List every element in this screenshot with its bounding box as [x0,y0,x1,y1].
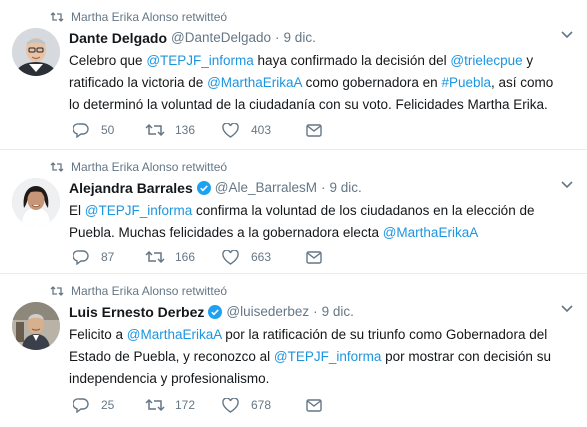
retweet-context-text[interactable]: Martha Erika Alonso retwitteó [71,10,227,24]
verified-badge-icon [208,305,223,319]
reply-button[interactable]: 50 [73,122,145,138]
reply-button[interactable]: 87 [73,249,145,265]
caret-down-icon[interactable] [561,304,573,314]
tweet-text-line: lo determinó la voluntad de la ciudadaní… [69,97,548,112]
tweet-text-line: Celebro que @TEPJF_informa haya confirma… [69,53,534,68]
direct-message-button[interactable] [306,398,326,412]
like-icon [222,249,239,265]
author-handle[interactable]: @Ale_BarralesM [215,179,317,197]
tweet[interactable]: Martha Erika Alonso retwitteó Alejandra … [0,150,587,274]
mention-link[interactable]: @TEPJF_informa [274,349,381,364]
avatar[interactable] [12,302,60,350]
tweet-actions: 50 136 403 [73,121,326,139]
mention-link[interactable]: @MarthaErikaA [127,327,222,342]
mention-link[interactable]: @TEPJF_informa [85,203,192,218]
like-count: 663 [251,250,272,264]
retweet-count: 136 [175,123,196,137]
tweet-text-line: ratificado la victoria de @MarthaErikaA … [69,75,554,90]
like-button[interactable]: 663 [222,249,306,265]
mention-link[interactable]: @trielecpue [450,53,522,68]
tweet-header: Dante Delgado @DanteDelgado · 9 dic. [69,29,574,47]
avatar-luis-image [12,302,60,350]
tweet[interactable]: Martha Erika Alonso retwitteó Dante Delg… [0,0,587,150]
author-handle[interactable]: @luisederbez [226,303,309,321]
retweet-icon [145,123,165,137]
retweet-context-text[interactable]: Martha Erika Alonso retwitteó [71,160,227,174]
like-button[interactable]: 678 [222,397,306,413]
retweet-count: 172 [175,398,196,412]
retweet-icon [145,398,165,412]
tweet-text: El @TEPJF_informa confirma la voluntad d… [69,200,574,244]
reply-count: 25 [101,398,115,412]
caret-down-icon[interactable] [561,180,573,190]
mention-link[interactable]: @MarthaErikaA [207,75,302,90]
tweet-body: Alejandra Barrales @Ale_BarralesM · 9 di… [69,179,574,244]
like-count: 403 [251,123,272,137]
avatar-dante-image [12,28,60,76]
tweet[interactable]: Martha Erika Alonso retwitteó Luis Ernes… [0,274,587,427]
verified-badge-icon [196,181,211,195]
tweet-body: Dante Delgado @DanteDelgado · 9 dic. Cel… [69,29,574,116]
retweet-context: Martha Erika Alonso retwitteó [50,159,227,175]
reply-count: 50 [101,123,115,137]
avatar-alejandra-image [12,178,60,226]
retweet-context: Martha Erika Alonso retwitteó [50,283,227,299]
tweet-text: Celebro que @TEPJF_informa haya confirma… [69,50,574,116]
tweet-actions: 25 172 678 [73,396,326,414]
tweet-timestamp[interactable]: 9 dic. [284,29,316,47]
tweet-text: Felicito a @MarthaErikaA por la ratifica… [69,324,574,390]
like-button[interactable]: 403 [222,122,306,138]
retweet-context: Martha Erika Alonso retwitteó [50,9,227,25]
retweet-button[interactable]: 172 [145,398,222,412]
mention-link[interactable]: @TEPJF_informa [146,53,253,68]
reply-icon [73,122,89,138]
retweet-count: 166 [175,250,196,264]
tweet-text-line: El @TEPJF_informa confirma la voluntad d… [69,203,535,218]
separator-dot: · [275,30,280,45]
tweet-header: Luis Ernesto Derbez @luisederbez · 9 dic… [69,303,574,321]
tweet-text-line: independencia y profesionalismo. [69,371,270,386]
tweet-text-line: Estado de Puebla, y reconozco al @TEPJF_… [69,349,551,364]
author-name[interactable]: Dante Delgado [69,29,167,47]
tweet-text-line: Puebla. Muchas felicidades a la gobernad… [69,225,479,240]
direct-message-icon [306,123,322,137]
tweet-timestamp[interactable]: 9 dic. [329,179,361,197]
author-handle[interactable]: @DanteDelgado [171,29,271,47]
reply-button[interactable]: 25 [73,397,145,413]
like-icon [222,122,239,138]
retweet-context-text[interactable]: Martha Erika Alonso retwitteó [71,284,227,298]
timeline: Martha Erika Alonso retwitteó Dante Delg… [0,0,587,427]
reply-icon [73,249,89,265]
avatar[interactable] [12,178,60,226]
tweet-text-line: Felicito a @MarthaErikaA por la ratifica… [69,327,548,342]
author-name[interactable]: Luis Ernesto Derbez [69,303,204,321]
tweet-timestamp[interactable]: 9 dic. [322,303,354,321]
tweet-body: Luis Ernesto Derbez @luisederbez · 9 dic… [69,303,574,390]
direct-message-button[interactable] [306,250,326,264]
caret-down-icon[interactable] [561,30,573,40]
mention-link[interactable]: @MarthaErikaA [383,225,478,240]
direct-message-icon [306,250,322,264]
direct-message-button[interactable] [306,123,326,137]
retweet-button[interactable]: 166 [145,250,222,264]
retweet-icon [50,162,64,172]
tweet-header: Alejandra Barrales @Ale_BarralesM · 9 di… [69,179,574,197]
avatar[interactable] [12,28,60,76]
hashtag-link[interactable]: #Puebla [441,75,491,90]
author-name[interactable]: Alejandra Barrales [69,179,193,197]
like-icon [222,397,239,413]
direct-message-icon [306,398,322,412]
separator-dot: · [320,180,326,195]
retweet-icon [145,250,165,264]
reply-count: 87 [101,250,115,264]
retweet-icon [50,286,64,296]
reply-icon [73,397,89,413]
separator-dot: · [313,304,318,319]
retweet-icon [50,12,64,22]
like-count: 678 [251,398,272,412]
tweet-actions: 87 166 663 [73,248,326,266]
retweet-button[interactable]: 136 [145,123,222,137]
